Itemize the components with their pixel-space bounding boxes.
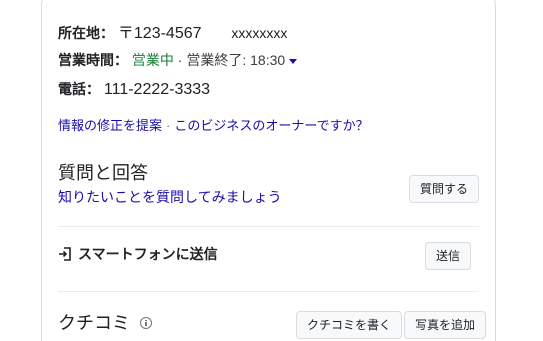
hours-status: 営業中 [131, 52, 174, 68]
phone-value[interactable]: 111-2222-3333 [104, 81, 210, 98]
divider [58, 291, 479, 292]
hours-separator: · [173, 52, 187, 68]
send-button[interactable]: 送信 [425, 242, 472, 270]
ask-question-button[interactable]: 質問する [409, 175, 480, 203]
send-to-phone-icon [59, 247, 71, 261]
reviews-header: クチコミ [58, 311, 152, 335]
business-panel: · · 所在地： 〒123-4567 xxxxxxxx 営業時間： 営業中 · … [41, 0, 496, 341]
hours-row: 営業時間： 営業中 · 営業終了: 18:30 [58, 50, 298, 70]
phone-row: 電話： 111-2222-3333 [58, 79, 210, 100]
own-business-link[interactable]: このビジネスのオーナーですか？ [174, 118, 368, 133]
phone-label: 電話： [58, 81, 100, 97]
divider [58, 226, 479, 227]
send-to-phone-row[interactable]: スマートフォンに送信 [58, 244, 218, 264]
links-separator: · [166, 118, 171, 133]
address-text: xxxxxxxx [231, 25, 288, 41]
info-icon[interactable] [140, 317, 152, 329]
qa-title: 質問と回答 [58, 163, 148, 183]
hours-close[interactable]: 営業終了: 18:30 [186, 52, 285, 68]
cut-off-text: · · [192, 0, 272, 3]
address-postal: 〒123-4567 [117, 25, 202, 42]
hours-label: 営業時間： [58, 52, 128, 68]
send-to-phone-label: スマートフォンに送信 [78, 246, 218, 262]
chevron-down-icon[interactable] [289, 58, 298, 64]
address-row: 所在地： 〒123-4567 xxxxxxxx [58, 23, 287, 44]
address-label: 所在地： [58, 25, 114, 41]
qa-prompt-link[interactable]: 知りたいことを質問してみましょう [58, 187, 282, 207]
reviews-title: クチコミ [58, 313, 130, 333]
suggest-edit-link[interactable]: 情報の修正を提案 [58, 118, 162, 133]
edit-links: 情報の修正を提案 · このビジネスのオーナーですか？ [58, 117, 369, 135]
